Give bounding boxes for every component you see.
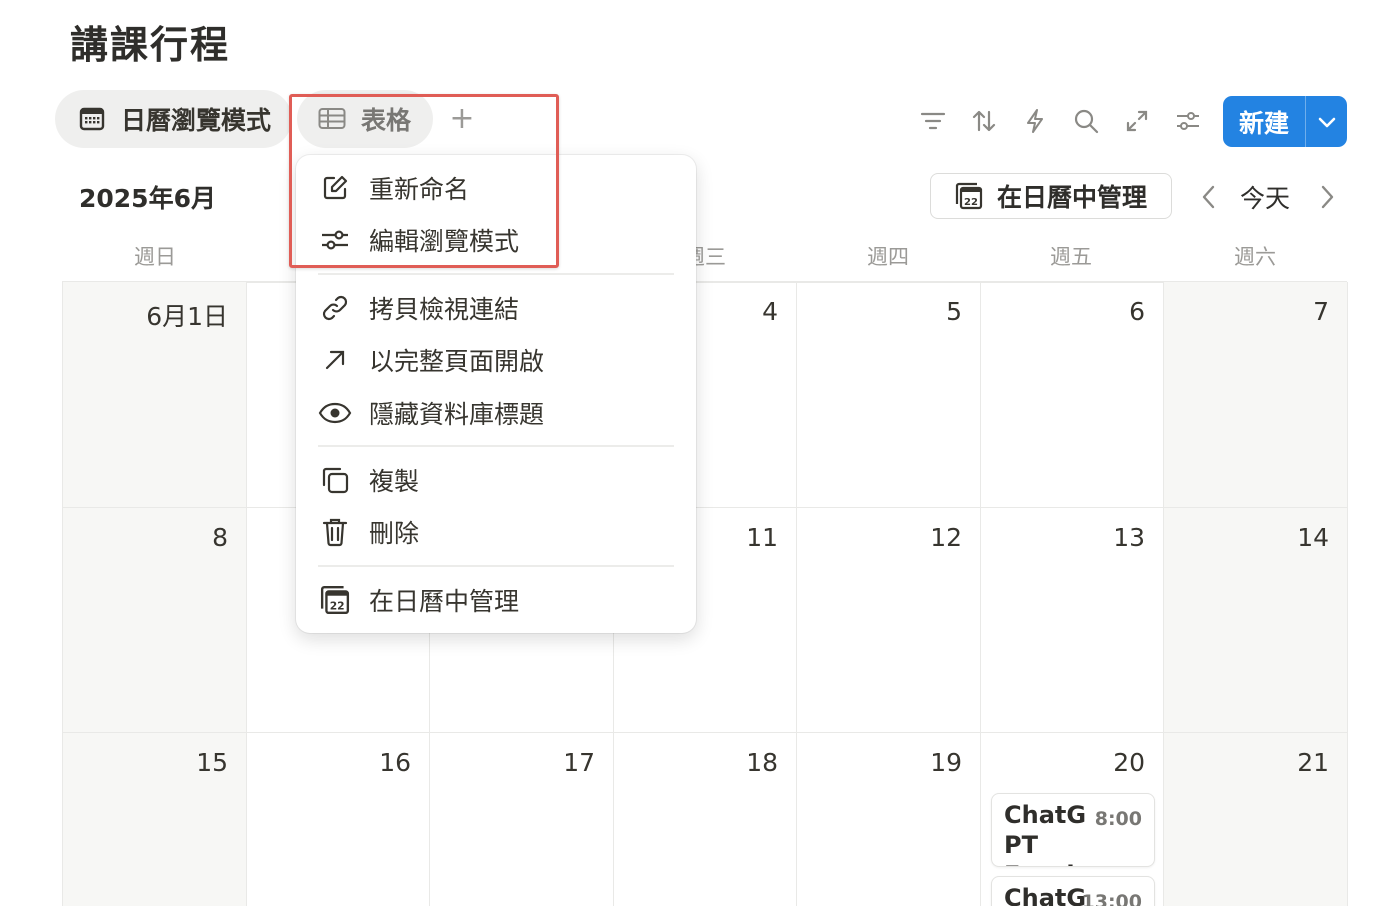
menu-item-label: 編輯瀏覽模式 bbox=[369, 227, 520, 256]
edit-icon bbox=[318, 171, 352, 205]
month-label: 2025年6月 bbox=[79, 184, 216, 213]
date-number: 7 bbox=[1313, 297, 1329, 326]
event-title-line: PT Excel... bbox=[1004, 831, 1102, 866]
new-button-group: 新建 bbox=[1223, 96, 1347, 147]
menu-item-label: 在日曆中管理 bbox=[369, 587, 520, 616]
page-title: 講課行程 bbox=[70, 23, 231, 67]
calendar-grid: 6月1日 2 3 4 5 6 7 8 9 10 11 12 13 14 15 1… bbox=[62, 282, 1348, 906]
manage-in-calendar-button[interactable]: 22 在日曆中管理 bbox=[930, 173, 1172, 219]
menu-item-label: 複製 bbox=[369, 467, 420, 496]
weekday-header: 週日 bbox=[134, 245, 176, 269]
menu-item-label: 重新命名 bbox=[369, 175, 470, 204]
event-card[interactable]: ChatG PT Excel... 8:00 bbox=[991, 793, 1155, 867]
day-cell[interactable]: 7 bbox=[1164, 282, 1348, 508]
svg-text:22: 22 bbox=[330, 600, 345, 613]
date-number: 19 bbox=[930, 748, 962, 777]
menu-item-label: 以完整頁面開啟 bbox=[369, 347, 545, 376]
expand-icon[interactable] bbox=[1120, 104, 1154, 138]
date-number: 16 bbox=[379, 748, 411, 777]
svg-text:22: 22 bbox=[964, 197, 978, 208]
weekday-header: 週六 bbox=[1234, 245, 1276, 269]
link-icon bbox=[318, 291, 352, 325]
tab-calendar-label: 日曆瀏覽模式 bbox=[121, 106, 272, 135]
date-number: 4 bbox=[762, 297, 778, 326]
menu-item-label: 隱藏資料庫標題 bbox=[369, 400, 545, 429]
date-number: 21 bbox=[1297, 748, 1329, 777]
date-number: 12 bbox=[930, 523, 962, 552]
date-number: 20 bbox=[1113, 748, 1145, 777]
filter-icon[interactable] bbox=[916, 104, 950, 138]
date-number: 6 bbox=[1129, 297, 1145, 326]
date-number: 18 bbox=[746, 748, 778, 777]
date-number: 11 bbox=[746, 523, 778, 552]
trash-icon bbox=[318, 515, 352, 549]
eye-icon bbox=[318, 396, 352, 430]
sliders-icon bbox=[318, 223, 352, 257]
day-cell[interactable]: 8 bbox=[63, 508, 247, 733]
event-card[interactable]: ChatG 13:00 bbox=[991, 876, 1155, 906]
date-number: 15 bbox=[196, 748, 228, 777]
menu-item-open-full-page[interactable]: 以完整頁面開啟 bbox=[318, 338, 674, 382]
weekday-header: 週四 bbox=[867, 245, 909, 269]
date-number: 14 bbox=[1297, 523, 1329, 552]
manage-in-calendar-label: 在日曆中管理 bbox=[997, 183, 1148, 212]
menu-item-copy-link[interactable]: 拷貝檢視連結 bbox=[318, 286, 674, 330]
menu-divider bbox=[318, 273, 674, 275]
chevron-right-icon[interactable] bbox=[1312, 180, 1342, 214]
day-cell[interactable]: 14 bbox=[1164, 508, 1348, 733]
calendar-22-icon: 22 bbox=[955, 182, 983, 210]
duplicate-icon bbox=[318, 463, 352, 497]
menu-divider bbox=[318, 565, 674, 567]
search-icon[interactable] bbox=[1069, 104, 1103, 138]
menu-item-label: 刪除 bbox=[369, 519, 420, 548]
menu-item-delete[interactable]: 刪除 bbox=[318, 510, 674, 554]
day-cell[interactable]: 5 bbox=[797, 282, 981, 508]
chevron-down-icon[interactable] bbox=[1306, 96, 1347, 147]
day-cell[interactable]: 19 bbox=[797, 733, 981, 906]
menu-item-hide-title[interactable]: 隱藏資料庫標題 bbox=[318, 391, 674, 435]
calendar-22-icon: 22 bbox=[318, 583, 352, 617]
arrow-up-right-icon bbox=[318, 343, 352, 377]
day-cell[interactable]: 18 bbox=[614, 733, 797, 906]
day-cell[interactable]: 12 bbox=[797, 508, 981, 733]
day-cell[interactable]: 13 bbox=[981, 508, 1164, 733]
lightning-icon[interactable] bbox=[1018, 104, 1052, 138]
chevron-left-icon[interactable] bbox=[1194, 180, 1224, 214]
menu-item-duplicate[interactable]: 複製 bbox=[318, 458, 674, 502]
date-number: 5 bbox=[946, 297, 962, 326]
day-cell[interactable]: 21 bbox=[1164, 733, 1348, 906]
date-number: 8 bbox=[212, 523, 228, 552]
menu-divider bbox=[318, 445, 674, 447]
weekday-header: 週五 bbox=[1050, 245, 1092, 269]
day-cell[interactable]: 16 bbox=[247, 733, 430, 906]
day-cell[interactable]: 6月1日 bbox=[63, 282, 247, 508]
sort-icon[interactable] bbox=[967, 104, 1001, 138]
day-cell[interactable]: 20 ChatG PT Excel... 8:00 ChatG 13:00 bbox=[981, 733, 1164, 906]
view-context-menu: 重新命名 編輯瀏覽模式 拷貝檢視連結 以完整頁面開啟 隱藏資料庫標題 複製 刪除… bbox=[296, 155, 696, 633]
event-time: 13:00 bbox=[1081, 891, 1142, 906]
table-icon bbox=[317, 104, 347, 134]
calendar-icon bbox=[77, 104, 107, 134]
day-cell[interactable]: 17 bbox=[430, 733, 614, 906]
today-button[interactable]: 今天 bbox=[1240, 179, 1290, 215]
day-cell[interactable]: 6 bbox=[981, 282, 1164, 508]
tab-calendar-view[interactable]: 日曆瀏覽模式 bbox=[55, 90, 292, 148]
new-button[interactable]: 新建 bbox=[1223, 104, 1305, 140]
menu-item-label: 拷貝檢視連結 bbox=[369, 295, 520, 324]
settings-icon[interactable] bbox=[1171, 104, 1205, 138]
menu-item-edit-view[interactable]: 編輯瀏覽模式 bbox=[318, 218, 674, 262]
menu-item-rename[interactable]: 重新命名 bbox=[318, 166, 674, 210]
add-view-button[interactable]: + bbox=[446, 100, 478, 136]
tab-table-view[interactable]: 表格 bbox=[297, 90, 433, 148]
tab-table-label: 表格 bbox=[361, 106, 412, 135]
event-time: 8:00 bbox=[1094, 808, 1142, 830]
date-number: 6月1日 bbox=[146, 302, 228, 331]
menu-item-manage-calendar[interactable]: 22 在日曆中管理 bbox=[318, 578, 674, 622]
date-number: 17 bbox=[563, 748, 595, 777]
date-number: 13 bbox=[1113, 523, 1145, 552]
day-cell[interactable]: 15 bbox=[63, 733, 247, 906]
